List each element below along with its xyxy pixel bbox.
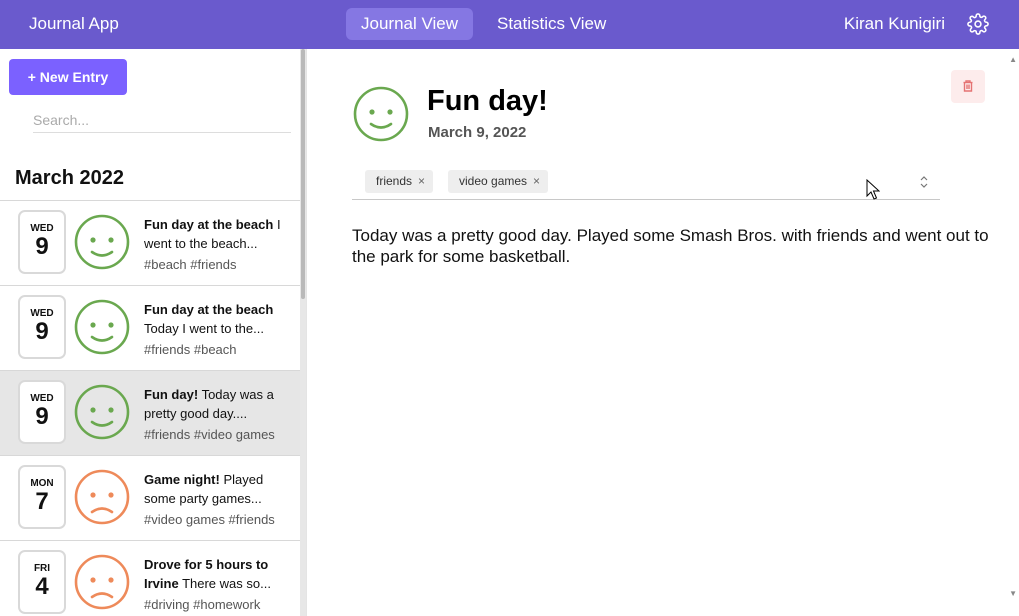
tab-statistics-view[interactable]: Statistics View — [482, 8, 621, 40]
entry-list-item[interactable]: MON 7 Game night! Played some party game… — [0, 455, 300, 540]
entries-sidebar: + New Entry March 2022 WED 9 Fun day at … — [0, 49, 306, 616]
mouse-pointer-icon — [866, 179, 880, 200]
entry-title: Fun day at the beach — [144, 302, 274, 317]
tag-select-field[interactable]: friends × video games × — [352, 166, 940, 200]
remove-tag-icon[interactable]: × — [418, 174, 425, 188]
entry-date: March 9, 2022 — [428, 124, 527, 141]
new-entry-button[interactable]: + New Entry — [9, 59, 127, 95]
entry-list-item[interactable]: WED 9 Fun day at the beach Today I went … — [0, 285, 300, 370]
entry-tags: #beach #friends — [144, 257, 237, 272]
entry-detail-panel: Fun day! March 9, 2022 friends × video ga… — [306, 49, 1019, 616]
happy-face-icon[interactable] — [352, 85, 410, 143]
tab-journal-view[interactable]: Journal View — [346, 8, 474, 40]
entry-tags: #friends #beach — [144, 342, 237, 357]
entry-text: Fun day at the beach I went to the beach… — [144, 215, 290, 253]
entry-tags: #friends #video games — [144, 427, 275, 442]
date-badge: FRI 4 — [18, 550, 66, 614]
day-number: 9 — [35, 403, 49, 430]
entry-list-item[interactable]: WED 9 Fun day at the beach I went to the… — [0, 200, 300, 285]
tag-chip: video games × — [448, 170, 549, 193]
delete-entry-button[interactable] — [951, 70, 985, 103]
entry-title: Game night! — [144, 472, 220, 487]
day-number: 9 — [35, 318, 49, 345]
month-heading: March 2022 — [15, 167, 124, 189]
scroll-up-arrow-icon[interactable]: ▲ — [1009, 55, 1017, 64]
entry-text: Game night! Played some party games... — [144, 470, 290, 508]
trash-icon — [963, 80, 973, 92]
day-number: 9 — [35, 233, 49, 260]
entry-title: Fun day! — [144, 387, 199, 402]
sidebar-scrollbar-thumb[interactable] — [301, 49, 305, 299]
entry-body-text[interactable]: Today was a pretty good day. Played some… — [352, 225, 992, 267]
sad-face-icon — [74, 554, 130, 610]
entry-list-item[interactable]: FRI 4 Drove for 5 hours to Irvine There … — [0, 540, 300, 616]
tag-chip-label: video games — [459, 174, 528, 188]
entry-text: Fun day at the beach Today I went to the… — [144, 300, 290, 338]
entry-preview: There was so... — [182, 576, 271, 591]
happy-face-icon — [74, 384, 130, 440]
search-input[interactable] — [33, 107, 291, 133]
top-nav-bar: Journal App Journal View Statistics View… — [0, 0, 1019, 49]
sad-face-icon — [74, 469, 130, 525]
tag-chip: friends × — [365, 170, 434, 193]
happy-face-icon — [74, 299, 130, 355]
scroll-down-arrow-icon[interactable]: ▼ — [1009, 589, 1017, 598]
date-badge: WED 9 — [18, 380, 66, 444]
happy-face-icon — [74, 214, 130, 270]
chevron-up-down-icon[interactable] — [919, 174, 929, 190]
gear-icon[interactable] — [967, 13, 989, 35]
date-badge: WED 9 — [18, 295, 66, 359]
entry-list-item-selected[interactable]: WED 9 Fun day! Today was a pretty good d… — [0, 370, 300, 455]
day-number: 4 — [35, 573, 49, 600]
date-badge: WED 9 — [18, 210, 66, 274]
entry-text: Drove for 5 hours to Irvine There was so… — [144, 555, 290, 593]
app-title: Journal App — [29, 14, 119, 33]
entry-preview: Today I went to the... — [144, 321, 264, 336]
tag-chip-label: friends — [376, 174, 413, 188]
entry-tags: #video games #friends — [144, 512, 275, 527]
day-number: 7 — [35, 488, 49, 515]
entry-tags: #driving #homework — [144, 597, 261, 612]
user-name[interactable]: Kiran Kunigiri — [844, 14, 945, 34]
date-badge: MON 7 — [18, 465, 66, 529]
entry-text: Fun day! Today was a pretty good day.... — [144, 385, 290, 423]
remove-tag-icon[interactable]: × — [533, 174, 540, 188]
entry-title-heading[interactable]: Fun day! — [427, 85, 548, 118]
entry-title: Fun day at the beach — [144, 217, 274, 232]
